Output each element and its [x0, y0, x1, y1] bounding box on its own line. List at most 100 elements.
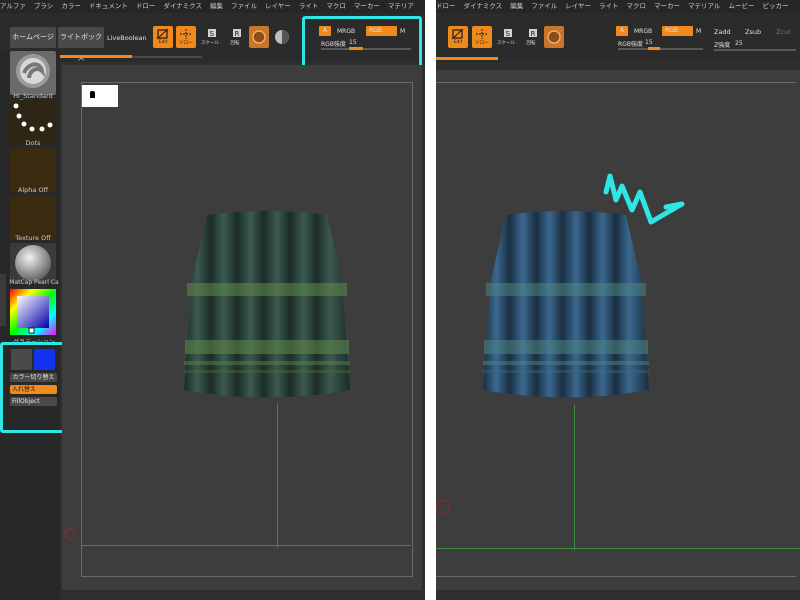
scale-label: スケール	[201, 41, 219, 46]
alpha-label: Alpha Off	[17, 186, 49, 194]
svg-text:R: R	[235, 30, 240, 38]
zsub-button[interactable]: Zsub	[745, 28, 761, 36]
navigation-thumbnail[interactable]	[82, 85, 118, 107]
scale-label-right: スケール	[497, 41, 515, 46]
rotate-icon: R	[233, 29, 241, 38]
left-menu-item[interactable]: ドロー	[136, 2, 156, 10]
brush-icon	[16, 54, 50, 88]
left-menu-item[interactable]: 編集	[210, 2, 223, 10]
svg-text:S: S	[210, 30, 215, 38]
zadd-button[interactable]: Zadd	[714, 28, 731, 36]
rotate-icon: R	[529, 29, 537, 38]
menu-bar: アルファ ブラシ カラー ドキュメント ドロー ダイナミクス 編集 ファイル レイヤー ライト マク…	[0, 0, 425, 13]
rgb-intensity-slider-right[interactable]	[618, 48, 703, 50]
lightbox-button[interactable]: ライトボックス	[58, 27, 104, 62]
canvas-viewport[interactable]	[62, 65, 422, 590]
right-menu-item[interactable]: 編集	[510, 2, 523, 10]
texture-label: Texture Off	[15, 234, 51, 242]
left-sidebar: Hi_Standard Dots Alpha Off Texture Off M…	[0, 50, 60, 600]
draw-icon	[476, 29, 488, 39]
left-menu-item[interactable]: ライト	[299, 2, 319, 10]
draw-label: ドロー	[179, 41, 193, 46]
right-menu-item[interactable]: ライト	[599, 2, 619, 10]
draw-icon	[180, 29, 192, 39]
edit-icon	[156, 28, 169, 40]
left-menu-item[interactable]: マクロ	[326, 2, 346, 10]
scale-icon: S	[208, 29, 216, 38]
x-axis-line	[81, 545, 411, 546]
brush-thumbnail[interactable]	[10, 51, 56, 95]
draw-label-right: ドロー	[475, 41, 489, 46]
edit-icon	[451, 28, 464, 40]
right-menu-item[interactable]: マテリアル	[688, 2, 720, 10]
edit-button[interactable]: Edit	[153, 26, 173, 48]
stroke-label: Dots	[25, 139, 41, 147]
a-toggle-right[interactable]: A	[616, 26, 628, 36]
svg-text:R: R	[531, 30, 536, 38]
gizmo-circle-icon	[64, 528, 76, 540]
rgb-intensity-label-right: RGB強度	[618, 41, 643, 48]
z-intensity-slider[interactable]	[714, 49, 796, 51]
edit-label: Edit	[158, 40, 168, 45]
rotate-button[interactable]: R 回転	[225, 26, 245, 48]
material-sphere-button[interactable]	[249, 26, 269, 48]
left-menu-item[interactable]: レイヤー	[265, 2, 291, 10]
matcap-sphere-icon	[15, 245, 51, 281]
progress-bar	[60, 55, 132, 58]
scale-icon: S	[504, 29, 512, 38]
right-overlay	[436, 70, 800, 590]
left-menu-item[interactable]: マテリア	[388, 2, 414, 10]
right-menu-item[interactable]: ファイル	[531, 2, 557, 10]
right-menu-item[interactable]: ドロー	[436, 2, 456, 10]
y-axis-line	[277, 403, 278, 548]
left-menu-item[interactable]: ファイル	[231, 2, 257, 10]
rgb-intensity-slider-fill-right	[648, 47, 660, 50]
scale-button-right[interactable]: S スケール	[496, 26, 516, 48]
left-menu-item[interactable]: ダイナミクス	[163, 2, 202, 10]
z-intensity-value: 25	[735, 40, 743, 47]
draw-button[interactable]: ドロー	[176, 26, 196, 48]
zcut-button[interactable]: Zcut	[776, 28, 791, 36]
sphere-icon	[547, 30, 561, 44]
right-menu-item[interactable]: ムービー	[728, 2, 754, 10]
left-menu-item[interactable]: ドキュメント	[89, 2, 128, 10]
brush-label: Hi_Standard	[13, 92, 53, 100]
scale-button[interactable]: S スケール	[200, 26, 220, 48]
top-toolbar-right: Edit ドロー S スケール R 回転 A MRGB RGB M RGB強度 …	[436, 13, 800, 62]
color-picker-gradient	[10, 289, 56, 335]
progress-bar-right	[436, 57, 498, 60]
right-menu-item[interactable]: マクロ	[627, 2, 647, 10]
m-button-right[interactable]: M	[696, 28, 701, 35]
skirt-model	[184, 211, 350, 398]
left-menu-item[interactable]: ブラシ	[34, 2, 53, 10]
draw-button-right[interactable]: ドロー	[472, 26, 492, 48]
stroke-thumbnail[interactable]	[10, 100, 56, 144]
polyframe-icon	[275, 30, 289, 44]
left-menu-item[interactable]: カラー	[61, 2, 81, 10]
edit-label-right: Edit	[453, 40, 463, 45]
material-thumbnail[interactable]	[10, 243, 56, 283]
rotate-label-right: 回転	[526, 41, 536, 46]
color-picker[interactable]	[10, 289, 56, 335]
edit-button-right[interactable]: Edit	[448, 26, 468, 48]
material-label: MatCap Pearl Ca	[9, 279, 59, 286]
polyframe-button[interactable]	[272, 26, 292, 48]
zbrush-right-screenshot: ドロー ダイナミクス 編集 ファイル レイヤー ライト マクロ マーカー マテリアル ムービー ピッ…	[436, 0, 800, 600]
figure-silhouette-icon	[90, 91, 95, 98]
rotate-button-right[interactable]: R 回転	[521, 26, 541, 48]
right-menu-item[interactable]: マーカー	[654, 2, 680, 10]
right-menu-item[interactable]: ピッカー	[762, 2, 788, 10]
sidebar-scrollbar[interactable]	[0, 274, 6, 326]
liveboolean-button[interactable]: LiveBoolean	[107, 34, 147, 42]
home-page-button[interactable]: ホームページ	[10, 27, 56, 48]
left-menu-item[interactable]: マーカー	[354, 2, 380, 10]
right-menu-item[interactable]: レイヤー	[565, 2, 591, 10]
left-menu-item[interactable]: アルファ	[0, 2, 26, 10]
rgb-button-right[interactable]: RGB	[662, 26, 693, 36]
mrgb-button-right[interactable]: MRGB	[634, 28, 652, 35]
z-intensity-label: Z強度	[714, 42, 731, 49]
progress-track	[132, 56, 202, 58]
sphere-icon	[252, 30, 266, 44]
right-menu-item[interactable]: ダイナミクス	[464, 2, 503, 10]
material-sphere-button-right[interactable]	[544, 26, 564, 48]
